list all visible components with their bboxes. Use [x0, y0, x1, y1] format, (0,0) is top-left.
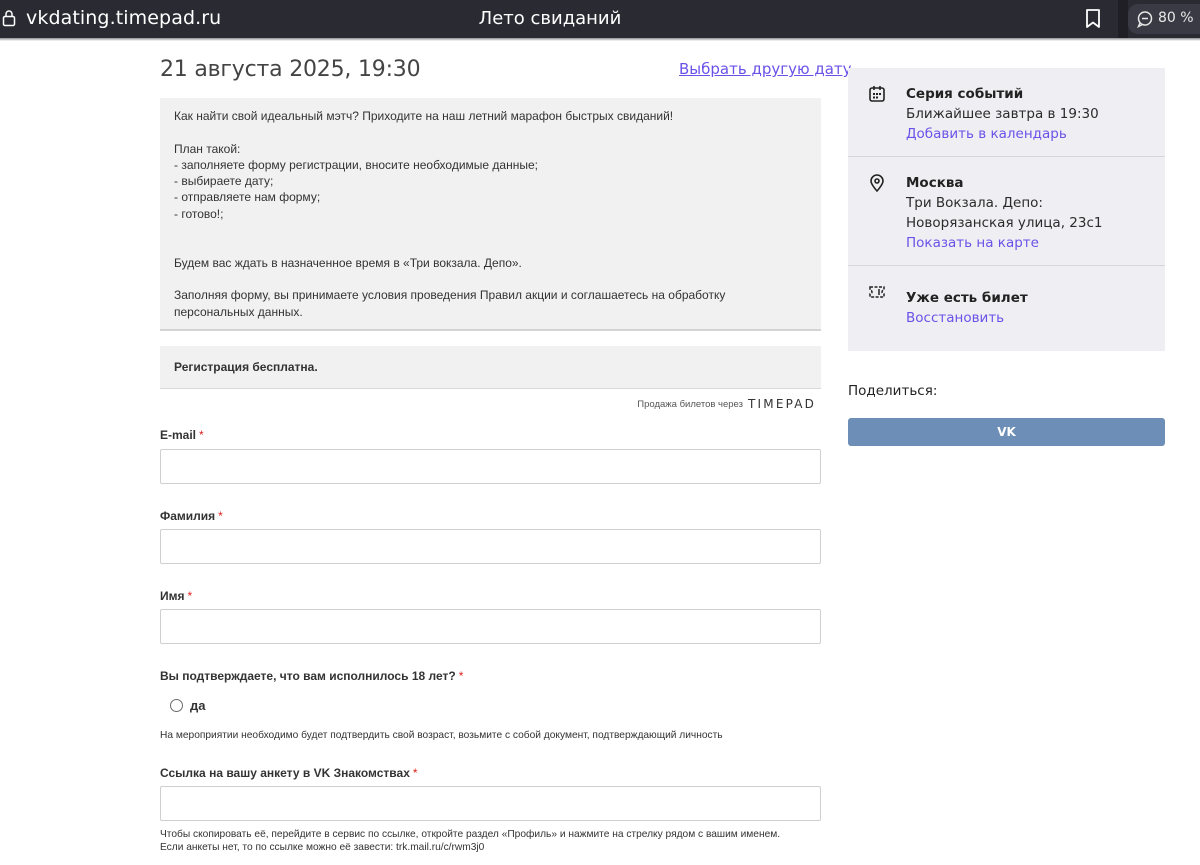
- required-mark: *: [458, 669, 464, 683]
- vk-profile-hint-2: Если анкеты нет, то по ссылке можно её з…: [160, 842, 485, 853]
- timepad-logo: TIMEPAD: [748, 397, 817, 411]
- surname-label-text: Фамилия: [160, 509, 216, 523]
- registration-note-box: Регистрация бесплатна.: [160, 346, 821, 389]
- choose-other-date-link[interactable]: Выбрать другую дату: [679, 60, 852, 78]
- event-info-card: Серия событий Ближайшее завтра в 19:30 Д…: [848, 68, 1165, 351]
- share-label: Поделиться:: [848, 383, 938, 399]
- surname-field[interactable]: [160, 529, 821, 564]
- age-question-label: Вы подтверждаете, что вам исполнилось 18…: [160, 669, 463, 683]
- vk-profile-label: Ссылка на вашу анкету в VK Знакомствах *: [160, 766, 418, 780]
- location-pin-icon: [870, 174, 884, 192]
- required-mark: *: [187, 589, 193, 603]
- browser-page-title: Лето свиданий: [478, 8, 622, 29]
- location-city: Москва: [906, 175, 964, 191]
- vk-profile-hint-1: Чтобы скопировать её, перейдите в сервис…: [160, 829, 781, 840]
- registration-note-text: Регистрация бесплатна.: [174, 360, 318, 374]
- add-to-calendar-link[interactable]: Добавить в календарь: [906, 126, 1067, 142]
- required-mark: *: [218, 509, 223, 523]
- vk-profile-field[interactable]: [160, 786, 821, 821]
- age-radio-label[interactable]: да: [190, 698, 205, 713]
- age-radio-button[interactable]: [170, 699, 183, 712]
- ticket-title: Уже есть билет: [906, 290, 1028, 306]
- event-description-box: Как найти свой идеальный мэтч? Приходите…: [160, 98, 821, 331]
- series-next: Ближайшее завтра в 19:30: [906, 106, 1099, 122]
- zoom-level: 80 %: [1158, 10, 1194, 26]
- sidebar-divider: [848, 265, 1165, 266]
- sidebar-divider: [848, 156, 1165, 157]
- email-label-text: E-mail: [160, 428, 197, 442]
- surname-label: Фамилия *: [160, 509, 223, 523]
- age-hint: На мероприятии необходимо будет подтверд…: [160, 730, 723, 741]
- event-description-text: Как найти свой идеальный мэтч? Приходите…: [174, 109, 726, 319]
- share-vk-button[interactable]: VK: [848, 418, 1165, 446]
- topbar-separator: [1118, 0, 1128, 38]
- calendar-icon: [869, 86, 885, 102]
- email-label: E-mail *: [160, 428, 204, 442]
- email-field[interactable]: [160, 449, 821, 484]
- name-field[interactable]: [160, 609, 821, 644]
- bookmark-icon[interactable]: [1084, 8, 1102, 29]
- comment-zoom-icon: [1137, 11, 1153, 28]
- age-question-text: Вы подтверждаете, что вам исполнилось 18…: [160, 669, 456, 683]
- show-on-map-link[interactable]: Показать на карте: [906, 235, 1039, 251]
- vk-profile-label-text: Ссылка на вашу анкету в VK Знакомствах: [160, 766, 410, 780]
- browser-topbar: vkdating.timepad.ru Лето свиданий 80 %: [0, 0, 1200, 41]
- sale-through-text: Продажа билетов через: [637, 399, 743, 410]
- zoom-indicator[interactable]: 80 %: [1128, 4, 1200, 34]
- location-address: Три Вокзала. Депо: Новорязанская улица, …: [906, 195, 1103, 231]
- restore-ticket-link[interactable]: Восстановить: [906, 310, 1004, 326]
- required-mark: *: [412, 766, 418, 780]
- topbar-shadow: [0, 38, 1200, 41]
- required-mark: *: [199, 428, 204, 442]
- name-label-text: Имя: [160, 589, 185, 603]
- series-title: Серия событий: [906, 86, 1024, 102]
- name-label: Имя *: [160, 589, 192, 603]
- event-date-heading: 21 августа 2025, 19:30: [160, 57, 421, 82]
- ticket-icon: [869, 286, 885, 298]
